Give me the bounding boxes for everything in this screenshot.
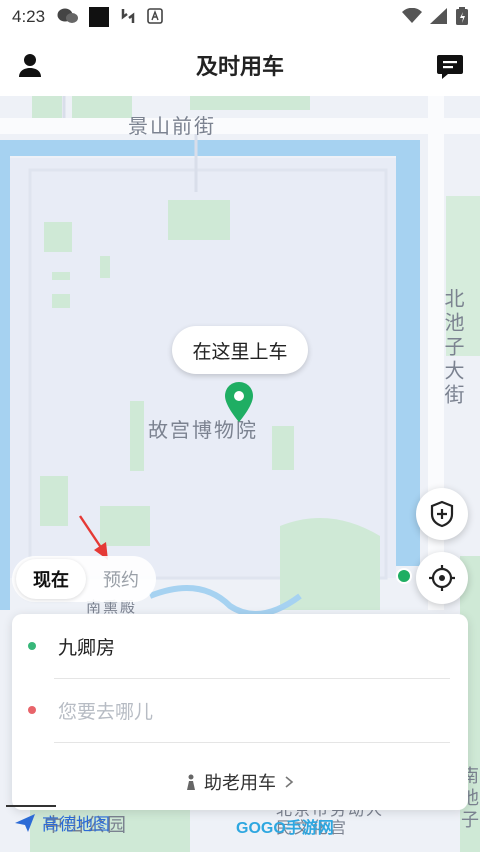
locate-button[interactable] <box>416 552 468 604</box>
map-view[interactable]: 景山前街 北池子大街 故宫博物院 北京市劳动人民文化宫 中山公园 南熏殿 南池子… <box>0 96 480 852</box>
status-time: 4:23 <box>12 7 46 26</box>
sync-icon <box>119 7 137 28</box>
map-label-beichizi: 北池子大街 <box>441 288 463 408</box>
pickup-bubble[interactable]: 在这里上车 <box>172 326 308 374</box>
chevron-right-icon <box>285 776 294 788</box>
message-icon[interactable] <box>434 50 466 82</box>
app-notification-icon <box>89 7 110 27</box>
mode-now-tab[interactable]: 现在 <box>16 559 86 599</box>
amap-logo: 高德地图 <box>14 810 110 835</box>
amap-logo-text: 高德地图 <box>42 815 110 834</box>
status-bar: 4:23 <box>0 0 480 34</box>
annotation-arrow-icon <box>79 515 108 560</box>
origin-text: 九卿房 <box>58 637 116 659</box>
app-header: 及时用车 <box>0 34 480 96</box>
destination-placeholder: 您要去哪儿 <box>58 701 154 723</box>
ride-mode-toggle: 现在 预约 <box>12 556 156 602</box>
map-scale <box>6 804 56 807</box>
shield-icon <box>430 500 454 528</box>
divider <box>54 742 450 743</box>
amap-arrow-icon <box>15 813 35 832</box>
destination-dot <box>28 706 36 714</box>
mode-book-tab[interactable]: 预约 <box>86 566 156 592</box>
location-pin-icon <box>224 382 254 422</box>
user-profile-icon[interactable] <box>14 50 46 82</box>
page-title: 及时用车 <box>195 54 284 79</box>
trip-panel: 九卿房 您要去哪儿 助老用车 <box>12 614 468 810</box>
elder-mode-label: 助老用车 <box>204 773 276 793</box>
origin-dot <box>28 642 36 650</box>
battery-icon <box>456 7 468 30</box>
elder-icon <box>187 774 195 790</box>
destination-row[interactable]: 您要去哪儿 <box>12 678 468 742</box>
wechat-icon <box>57 7 79 28</box>
watermark: GOGO手游网 <box>236 820 334 837</box>
map-label-jingshan: 景山前街 <box>128 116 216 138</box>
font-app-icon <box>147 7 163 27</box>
wifi-icon <box>402 7 422 29</box>
origin-row[interactable]: 九卿房 <box>12 614 468 678</box>
safety-shield-button[interactable] <box>416 488 468 540</box>
signal-icon <box>430 8 448 29</box>
elder-mode-link[interactable]: 助老用车 <box>12 754 468 810</box>
crosshair-icon <box>429 565 455 591</box>
current-location-dot <box>396 568 412 584</box>
